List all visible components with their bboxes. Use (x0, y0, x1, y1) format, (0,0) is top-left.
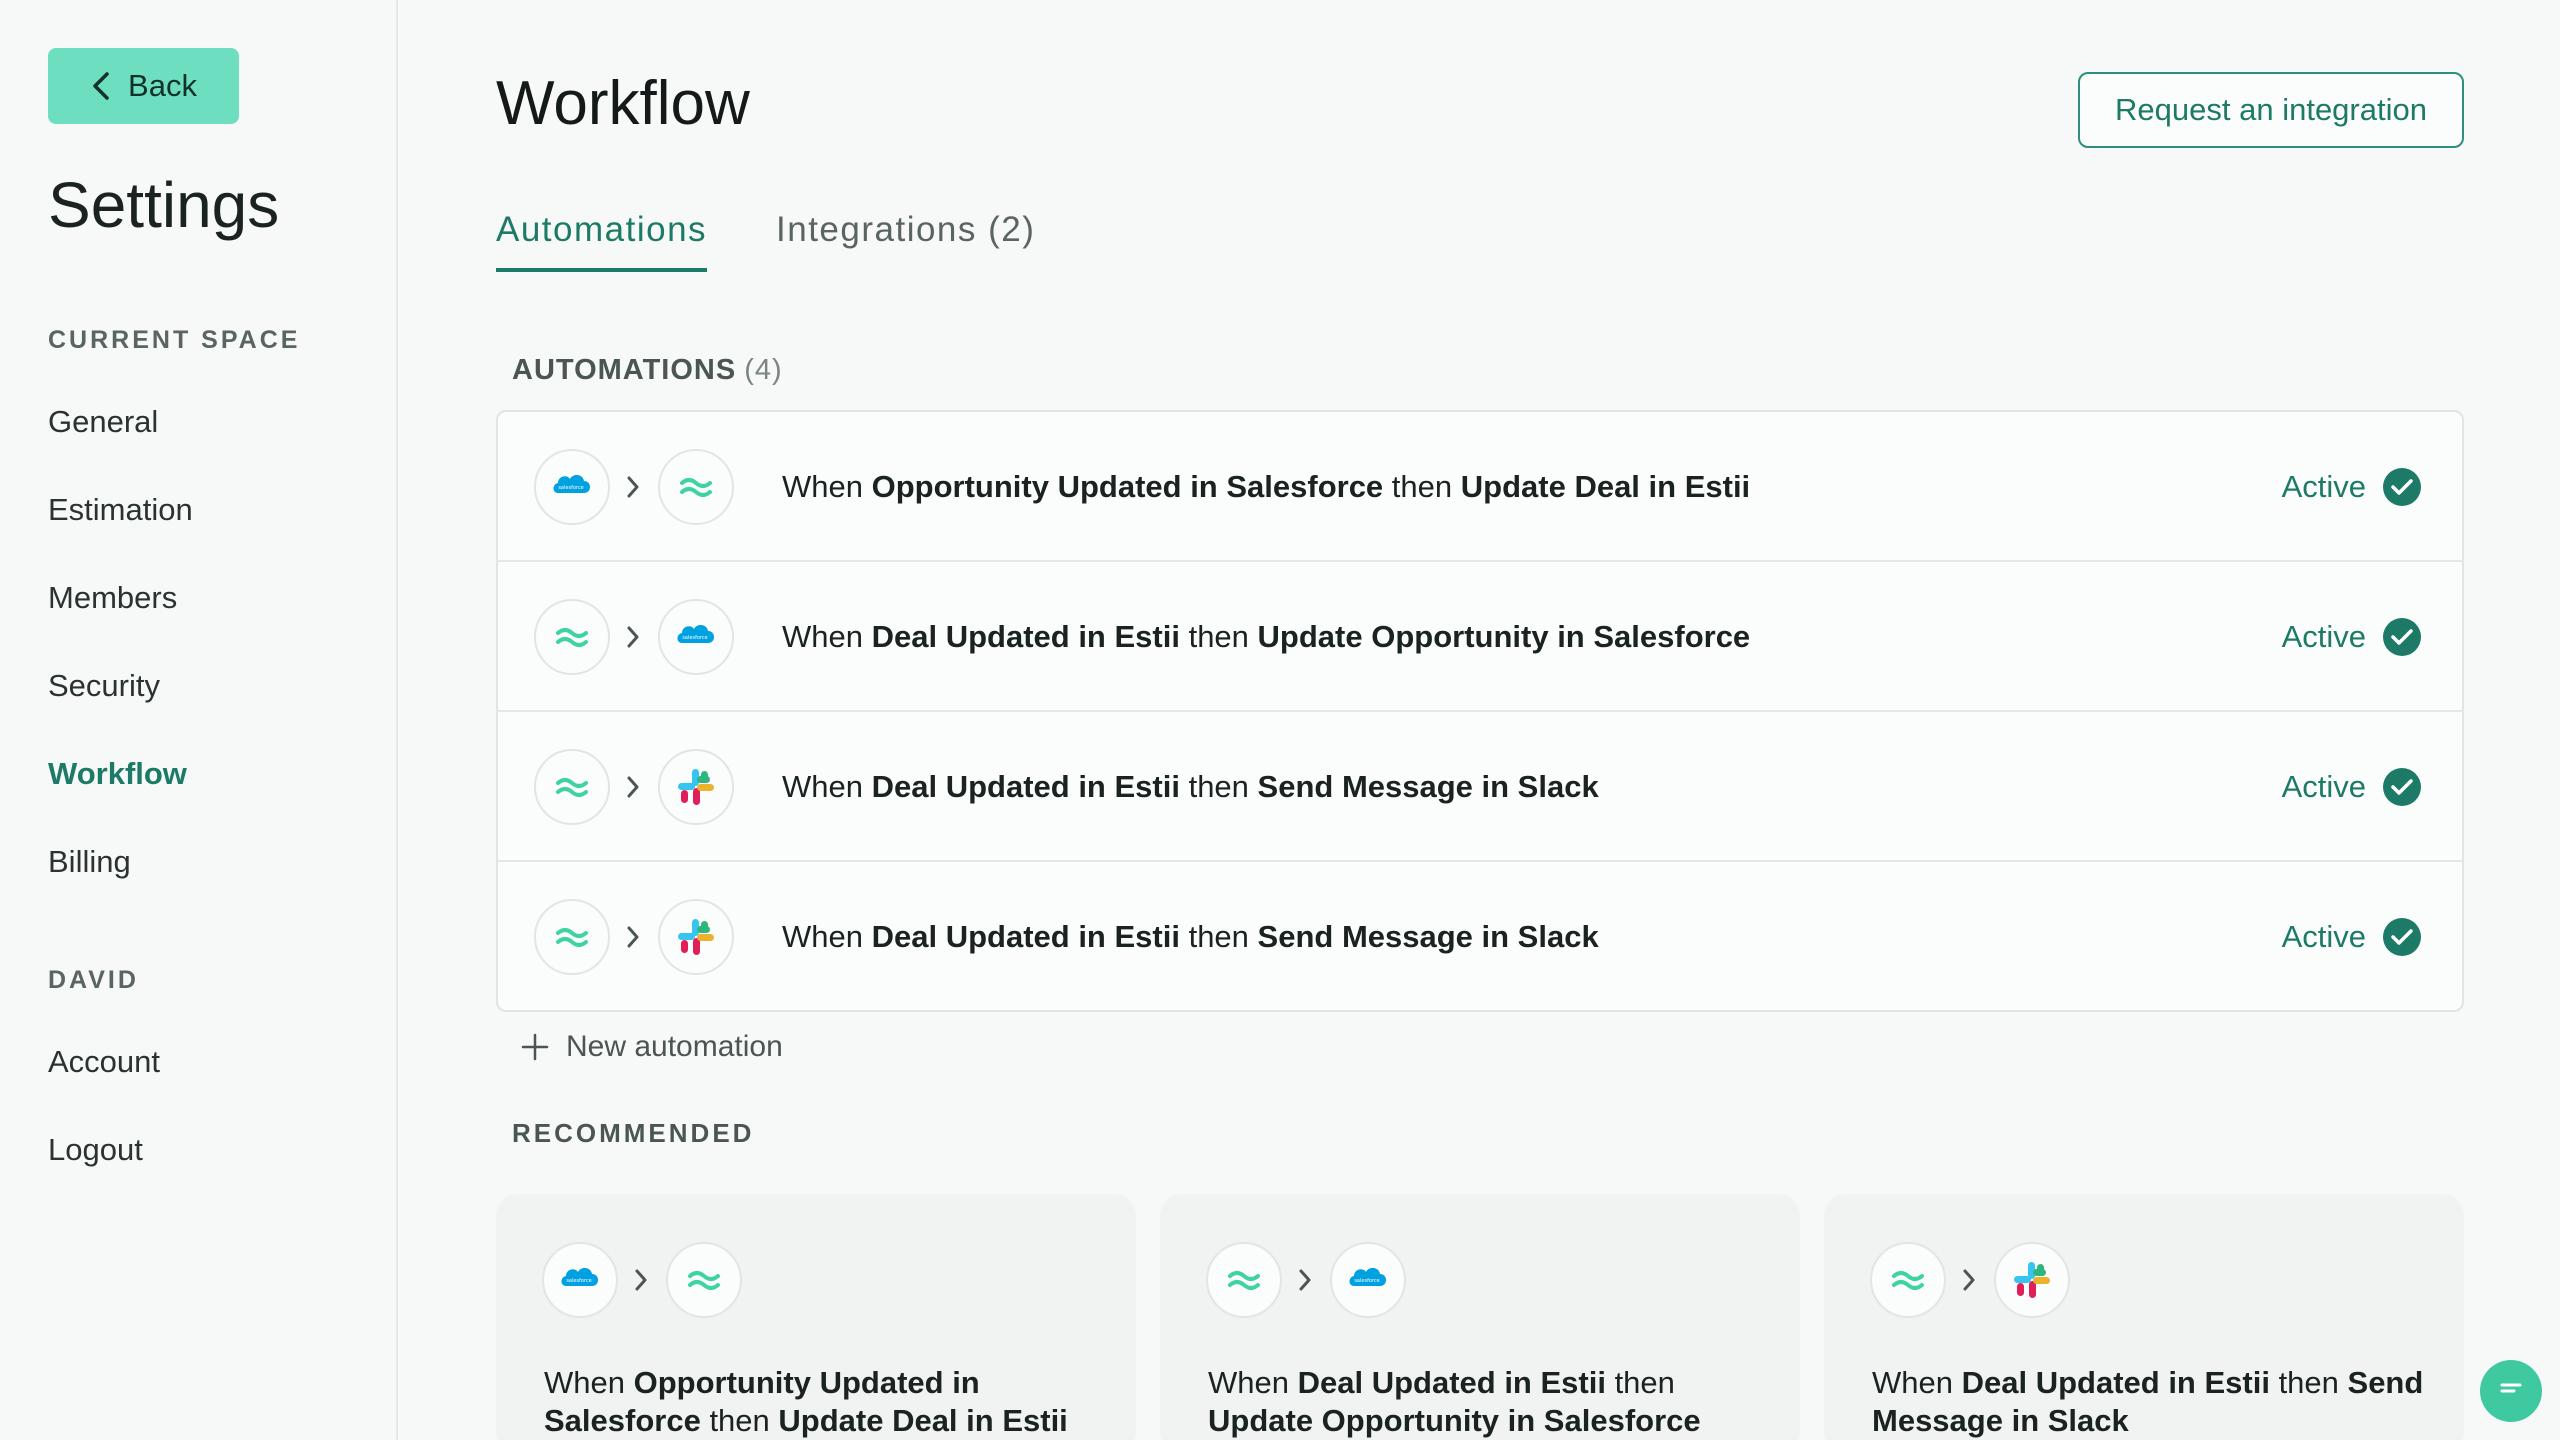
automations-heading-label: AUTOMATIONS (512, 354, 737, 386)
sidebar-item-general[interactable]: General (48, 404, 158, 440)
automation-description: When Deal Updated in Estii then Send Mes… (782, 769, 1599, 804)
integration-pair (1870, 1242, 2080, 1318)
salesforce-icon: salesforce (542, 1242, 618, 1318)
chevron-right-icon (627, 476, 639, 498)
status-badge: Active (2282, 412, 2422, 562)
card-description: When Deal Updated in Estii then Update O… (1208, 1365, 1701, 1438)
estii-icon (1870, 1242, 1946, 1318)
chevron-left-icon (93, 72, 109, 100)
estii-icon (658, 449, 734, 525)
chevron-right-icon (635, 1269, 647, 1291)
svg-text:salesforce: salesforce (1354, 1278, 1379, 1284)
integration-pair (534, 899, 744, 975)
current-space-label: CURRENT SPACE (48, 326, 301, 354)
slack-icon (658, 749, 734, 825)
estii-icon (666, 1242, 742, 1318)
new-automation-button[interactable]: New automation (520, 1030, 783, 1064)
new-automation-label: New automation (566, 1030, 783, 1063)
automation-row[interactable]: When Deal Updated in Estii then Send Mes… (498, 712, 2462, 862)
salesforce-icon: salesforce (534, 449, 610, 525)
estii-icon (1206, 1242, 1282, 1318)
sidebar-item-logout[interactable]: Logout (48, 1132, 143, 1168)
page-title: Workflow (496, 69, 750, 138)
integration-pair (534, 749, 744, 825)
status-badge: Active (2282, 712, 2422, 862)
back-button[interactable]: Back (48, 48, 239, 124)
slack-icon (658, 899, 734, 975)
recommended-card[interactable]: salesforce When Deal Updated in Estii th… (1160, 1194, 1800, 1440)
salesforce-icon: salesforce (1330, 1242, 1406, 1318)
plus-icon (521, 1033, 549, 1061)
automations-count: (4) (744, 354, 783, 386)
integration-pair: salesforce (534, 599, 744, 675)
automations-list: salesforce When Opportunity Updated in S… (496, 410, 2464, 1012)
recommended-heading: RECOMMENDED (512, 1118, 755, 1148)
user-section-label: DAVID (48, 966, 139, 994)
estii-icon (534, 899, 610, 975)
svg-text:salesforce: salesforce (682, 635, 707, 641)
back-label: Back (128, 68, 197, 103)
chevron-right-icon (627, 626, 639, 648)
svg-text:salesforce: salesforce (558, 485, 583, 491)
card-description: When Opportunity Updated in Salesforce t… (544, 1365, 1068, 1438)
sidebar-item-account[interactable]: Account (48, 1044, 160, 1080)
automation-description: When Deal Updated in Estii then Update O… (782, 619, 1751, 654)
check-circle-icon (2383, 468, 2421, 506)
status-badge: Active (2282, 862, 2422, 1010)
estii-icon (534, 749, 610, 825)
chevron-right-icon (1963, 1269, 1975, 1291)
tab-integrations[interactable]: Integrations (2) (776, 210, 1035, 268)
automation-row[interactable]: salesforce When Deal Updated in Estii th… (498, 562, 2462, 712)
salesforce-icon: salesforce (658, 599, 734, 675)
chevron-right-icon (1299, 1269, 1311, 1291)
settings-title: Settings (48, 169, 280, 241)
status-badge: Active (2282, 562, 2422, 712)
card-description: When Deal Updated in Estii then Send Mes… (1872, 1365, 2424, 1438)
request-integration-button[interactable]: Request an integration (2078, 72, 2464, 148)
sidebar-item-workflow[interactable]: Workflow (48, 756, 187, 792)
chat-icon (2500, 1383, 2522, 1393)
sidebar-item-billing[interactable]: Billing (48, 844, 131, 880)
automation-description: When Deal Updated in Estii then Send Mes… (782, 919, 1599, 954)
sidebar-item-security[interactable]: Security (48, 668, 160, 704)
chevron-right-icon (627, 926, 639, 948)
integration-pair: salesforce (534, 449, 744, 525)
check-circle-icon (2383, 918, 2421, 956)
chevron-right-icon (627, 776, 639, 798)
main-content: Workflow Request an integration Automati… (398, 0, 2560, 1440)
integration-pair: salesforce (1206, 1242, 1416, 1318)
svg-text:salesforce: salesforce (566, 1278, 591, 1284)
automation-description: When Opportunity Updated in Salesforce t… (782, 469, 1751, 504)
estii-icon (534, 599, 610, 675)
slack-icon (1994, 1242, 2070, 1318)
check-circle-icon (2383, 618, 2421, 656)
recommended-card[interactable]: salesforce When Opportunity Updated in S… (496, 1194, 1136, 1440)
automations-heading: AUTOMATIONS (4) (512, 354, 783, 387)
integration-pair: salesforce (542, 1242, 752, 1318)
automation-row[interactable]: When Deal Updated in Estii then Send Mes… (498, 862, 2462, 1010)
sidebar-item-members[interactable]: Members (48, 580, 177, 616)
sidebar-item-estimation[interactable]: Estimation (48, 492, 193, 528)
chat-button[interactable] (2480, 1360, 2542, 1422)
automation-row[interactable]: salesforce When Opportunity Updated in S… (498, 412, 2462, 562)
recommended-card[interactable]: When Deal Updated in Estii then Send Mes… (1824, 1194, 2464, 1440)
check-circle-icon (2383, 768, 2421, 806)
tab-automations[interactable]: Automations (496, 210, 708, 272)
sidebar: Back Settings CURRENT SPACE General Esti… (0, 0, 398, 1440)
